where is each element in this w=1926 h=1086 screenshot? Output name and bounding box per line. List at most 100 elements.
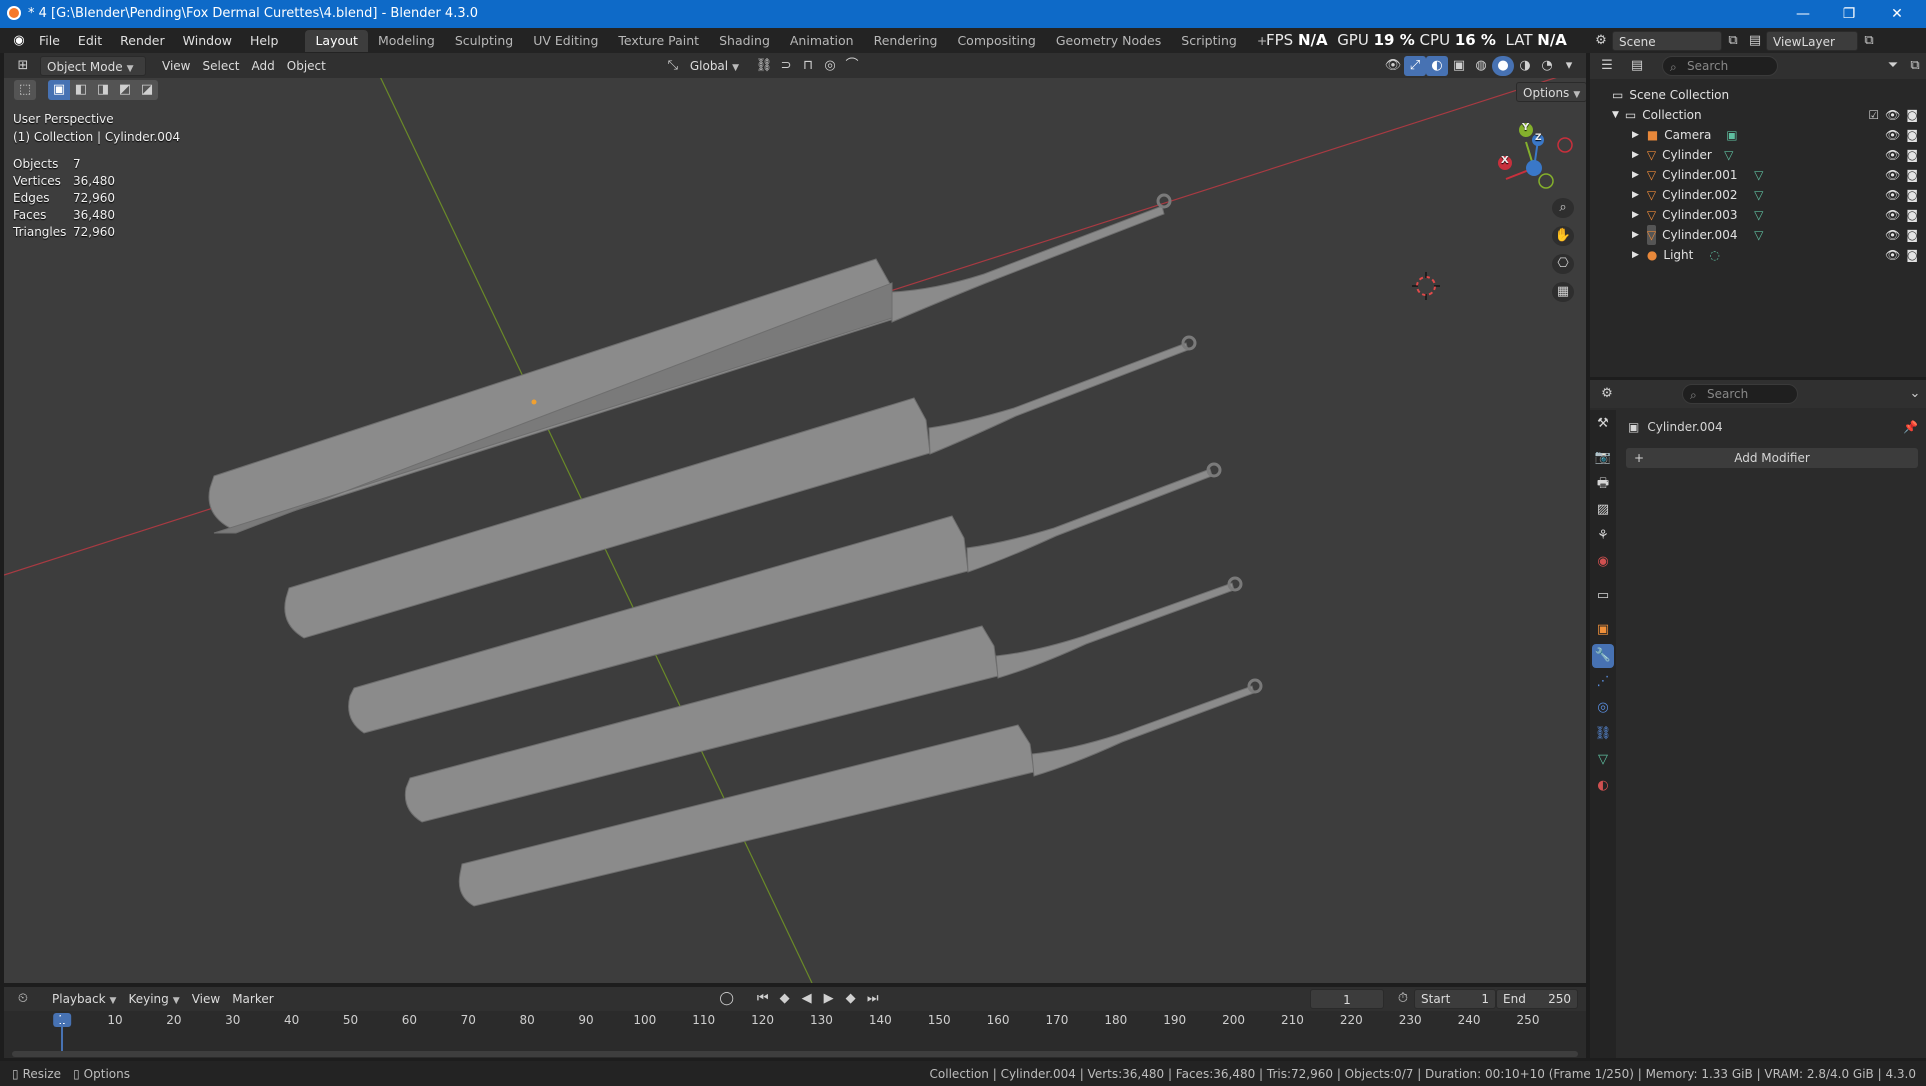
- collection-tab-icon[interactable]: ▭: [1592, 584, 1614, 608]
- add-modifier-button[interactable]: + Add Modifier: [1626, 448, 1918, 468]
- view-layer-tab-icon[interactable]: ▨: [1592, 498, 1614, 522]
- tab-uv-editing[interactable]: UV Editing: [523, 30, 608, 52]
- data-tab-icon[interactable]: ▽: [1592, 748, 1614, 772]
- camera-render-icon[interactable]: ◙: [1906, 105, 1918, 125]
- outliner-item-cylinder-004[interactable]: ▶ ▽ Cylinder.004 ▽ 👁 ◙: [1590, 225, 1926, 245]
- menu-object[interactable]: Object: [281, 56, 332, 76]
- properties-search-input[interactable]: ⌕ Search: [1682, 384, 1798, 404]
- world-tab-icon[interactable]: ◉: [1592, 550, 1614, 574]
- timeline-track[interactable]: 1102030405060708090100110120130140150160…: [4, 1013, 1586, 1058]
- wireframe-shading-icon[interactable]: ◍: [1470, 56, 1492, 76]
- display-mode-icon[interactable]: ▤: [1626, 56, 1648, 76]
- camera-render-icon[interactable]: ◙: [1906, 165, 1918, 185]
- camera-render-icon[interactable]: ◙: [1906, 125, 1918, 145]
- ortho-grid-icon[interactable]: ▦: [1552, 282, 1574, 302]
- pin-icon[interactable]: 📌: [1903, 420, 1918, 434]
- end-frame-field[interactable]: End 250: [1496, 989, 1578, 1009]
- current-frame-field[interactable]: 1: [1310, 989, 1384, 1009]
- chevron-down-icon[interactable]: ▼: [1612, 105, 1619, 125]
- outliner-item-cylinder-001[interactable]: ▶ ▽ Cylinder.001 ▽ 👁 ◙: [1590, 165, 1926, 185]
- play-icon[interactable]: ▶: [818, 989, 840, 1009]
- falloff-icon[interactable]: ⌒: [841, 56, 863, 76]
- camera-render-icon[interactable]: ◙: [1906, 245, 1918, 265]
- shading-options-icon[interactable]: ▾: [1558, 56, 1580, 76]
- select-new-icon[interactable]: ▣: [48, 80, 70, 100]
- gizmo-toggle-icon[interactable]: ⤢: [1404, 56, 1426, 76]
- snap-target-icon[interactable]: ⊓: [797, 56, 819, 76]
- proportional-edit-icon[interactable]: ◎: [819, 56, 841, 76]
- chevron-right-icon[interactable]: ▶: [1632, 145, 1639, 165]
- timeline-scrollbar[interactable]: [12, 1051, 1578, 1057]
- tool-tab-icon[interactable]: ⚒: [1592, 412, 1614, 436]
- menu-file[interactable]: File: [30, 30, 69, 52]
- rendered-shading-icon[interactable]: ◔: [1536, 56, 1558, 76]
- eye-icon[interactable]: 👁: [1885, 225, 1900, 245]
- camera-render-icon[interactable]: ◙: [1906, 185, 1918, 205]
- camera-view-icon[interactable]: ⎔: [1552, 254, 1574, 274]
- chevron-down-icon[interactable]: ⌄: [1904, 384, 1926, 404]
- menu-add[interactable]: Add: [246, 56, 281, 76]
- camera-render-icon[interactable]: ◙: [1906, 145, 1918, 165]
- properties-editor-icon[interactable]: ⚙: [1596, 384, 1618, 404]
- pan-hand-icon[interactable]: ✋: [1552, 226, 1574, 246]
- tab-rendering[interactable]: Rendering: [864, 30, 948, 52]
- mode-selector[interactable]: Object Mode ▼: [40, 56, 146, 76]
- 3d-cursor-icon[interactable]: [1412, 272, 1440, 300]
- chevron-right-icon[interactable]: ▶: [1632, 165, 1639, 185]
- select-intersect-icon[interactable]: ◪: [136, 80, 158, 100]
- physics-tab-icon[interactable]: ◎: [1592, 696, 1614, 720]
- prev-keyframe-icon[interactable]: ◆: [774, 989, 796, 1009]
- tab-compositing[interactable]: Compositing: [947, 30, 1045, 52]
- menu-window[interactable]: Window: [174, 30, 241, 52]
- new-scene-icon[interactable]: ⧉: [1722, 31, 1744, 51]
- jump-end-icon[interactable]: ⏭: [862, 989, 884, 1009]
- object-tab-icon[interactable]: ▣: [1592, 618, 1614, 642]
- tab-geometry-nodes[interactable]: Geometry Nodes: [1046, 30, 1171, 52]
- eye-icon[interactable]: 👁: [1885, 245, 1900, 265]
- visibility-icon[interactable]: 👁: [1382, 56, 1404, 76]
- chevron-right-icon[interactable]: ▶: [1632, 205, 1639, 225]
- viewlayer-icon[interactable]: ▤: [1744, 31, 1766, 51]
- chevron-right-icon[interactable]: ▶: [1632, 185, 1639, 205]
- play-reverse-icon[interactable]: ◀: [796, 989, 818, 1009]
- tab-texture-paint[interactable]: Texture Paint: [608, 30, 709, 52]
- outliner-search-input[interactable]: ⌕ Search: [1662, 56, 1778, 76]
- timeline-editor-icon[interactable]: ⏲: [12, 989, 34, 1009]
- tab-layout[interactable]: Layout: [305, 29, 368, 52]
- constraints-tab-icon[interactable]: ⛓: [1592, 722, 1614, 746]
- eye-icon[interactable]: 👁: [1885, 165, 1900, 185]
- select-tool-icon[interactable]: ⬚: [14, 80, 36, 100]
- transform-orientation-selector[interactable]: Global ▼: [684, 56, 745, 76]
- menu-select[interactable]: Select: [196, 56, 245, 76]
- new-collection-icon[interactable]: ⧉: [1904, 56, 1926, 76]
- scene-collection-row[interactable]: ▭ Scene Collection: [1590, 85, 1926, 105]
- select-subtract-icon[interactable]: ◨: [92, 80, 114, 100]
- scene-tab-icon[interactable]: ⚘: [1592, 524, 1614, 548]
- menu-help[interactable]: Help: [241, 30, 288, 52]
- eye-icon[interactable]: 👁: [1885, 145, 1900, 165]
- 3d-viewport[interactable]: Y X Z ⬚ ▣ ◧ ◨ ◩ ◪ Options ▼ User Perspect…: [4, 78, 1586, 983]
- menu-marker[interactable]: Marker: [226, 989, 279, 1009]
- modifier-tab-icon[interactable]: 🔧: [1592, 644, 1614, 668]
- maximize-button[interactable]: ❐: [1826, 3, 1872, 25]
- filter-icon[interactable]: ⏷: [1882, 56, 1904, 76]
- outliner-editor-icon[interactable]: ☰: [1596, 56, 1618, 76]
- eye-icon[interactable]: 👁: [1885, 185, 1900, 205]
- render-tab-icon[interactable]: 📷: [1592, 446, 1614, 470]
- overlay-toggle-icon[interactable]: ◐: [1426, 56, 1448, 76]
- menu-view[interactable]: View: [156, 56, 196, 76]
- xray-icon[interactable]: ▣: [1448, 56, 1470, 76]
- autokey-icon[interactable]: ◯: [716, 989, 738, 1009]
- minimize-button[interactable]: —: [1780, 3, 1826, 25]
- solid-shading-icon[interactable]: ●: [1492, 56, 1514, 76]
- chevron-right-icon[interactable]: ▶: [1632, 245, 1639, 265]
- tab-scripting[interactable]: Scripting: [1171, 30, 1247, 52]
- menu-edit[interactable]: Edit: [69, 30, 111, 52]
- select-extend-icon[interactable]: ◧: [70, 80, 92, 100]
- outliner-item-cylinder[interactable]: ▶ ▽ Cylinder ▽ 👁 ◙: [1590, 145, 1926, 165]
- camera-render-icon[interactable]: ◙: [1906, 205, 1918, 225]
- new-viewlayer-icon[interactable]: ⧉: [1858, 31, 1880, 51]
- outliner-item-camera[interactable]: ▶ ■ Camera ▣ 👁 ◙: [1590, 125, 1926, 145]
- material-tab-icon[interactable]: ◐: [1592, 774, 1614, 798]
- outliner-item-light[interactable]: ▶ ● Light ◌ 👁 ◙: [1590, 245, 1926, 265]
